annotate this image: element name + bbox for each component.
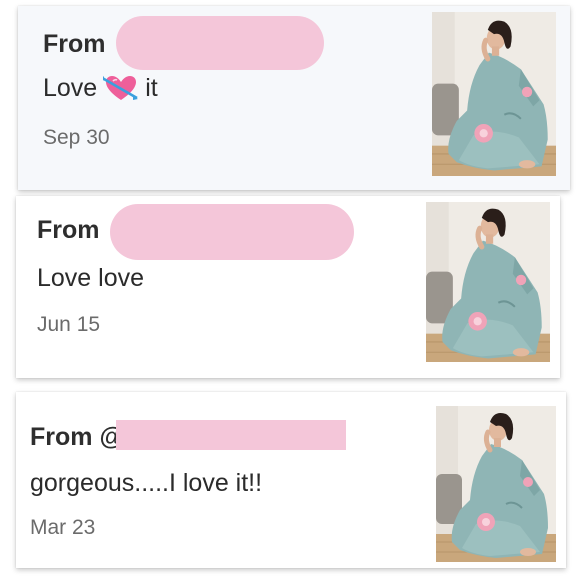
product-thumbnail[interactable] [426, 202, 550, 362]
redacted-username [110, 204, 354, 260]
redacted-username [116, 420, 346, 450]
notification-card[interactable]: From Love love Jun 15 [16, 196, 560, 378]
sender-label: From [37, 216, 100, 244]
heart-with-arrow-icon [103, 75, 139, 100]
notification-card[interactable]: From @ gorgeous.....I love it!! Mar 23 [16, 392, 566, 568]
comment-text: Love love [37, 264, 145, 292]
comment-text-start: Love [43, 74, 98, 102]
comment-date: Jun 15 [37, 313, 101, 336]
notification-card[interactable]: From Love it Sep 30 [18, 6, 570, 190]
comment-date: Mar 23 [30, 516, 96, 539]
product-thumbnail[interactable] [436, 406, 556, 562]
sender-label: From [43, 30, 106, 58]
comment-text: Love it [43, 74, 158, 103]
product-thumbnail[interactable] [432, 12, 556, 176]
sender-label: From @ [30, 423, 124, 451]
comment-date: Sep 30 [43, 126, 110, 149]
comment-text: gorgeous.....I love it!! [30, 469, 263, 497]
comment-text-end: it [145, 74, 158, 102]
redacted-username [116, 16, 324, 70]
